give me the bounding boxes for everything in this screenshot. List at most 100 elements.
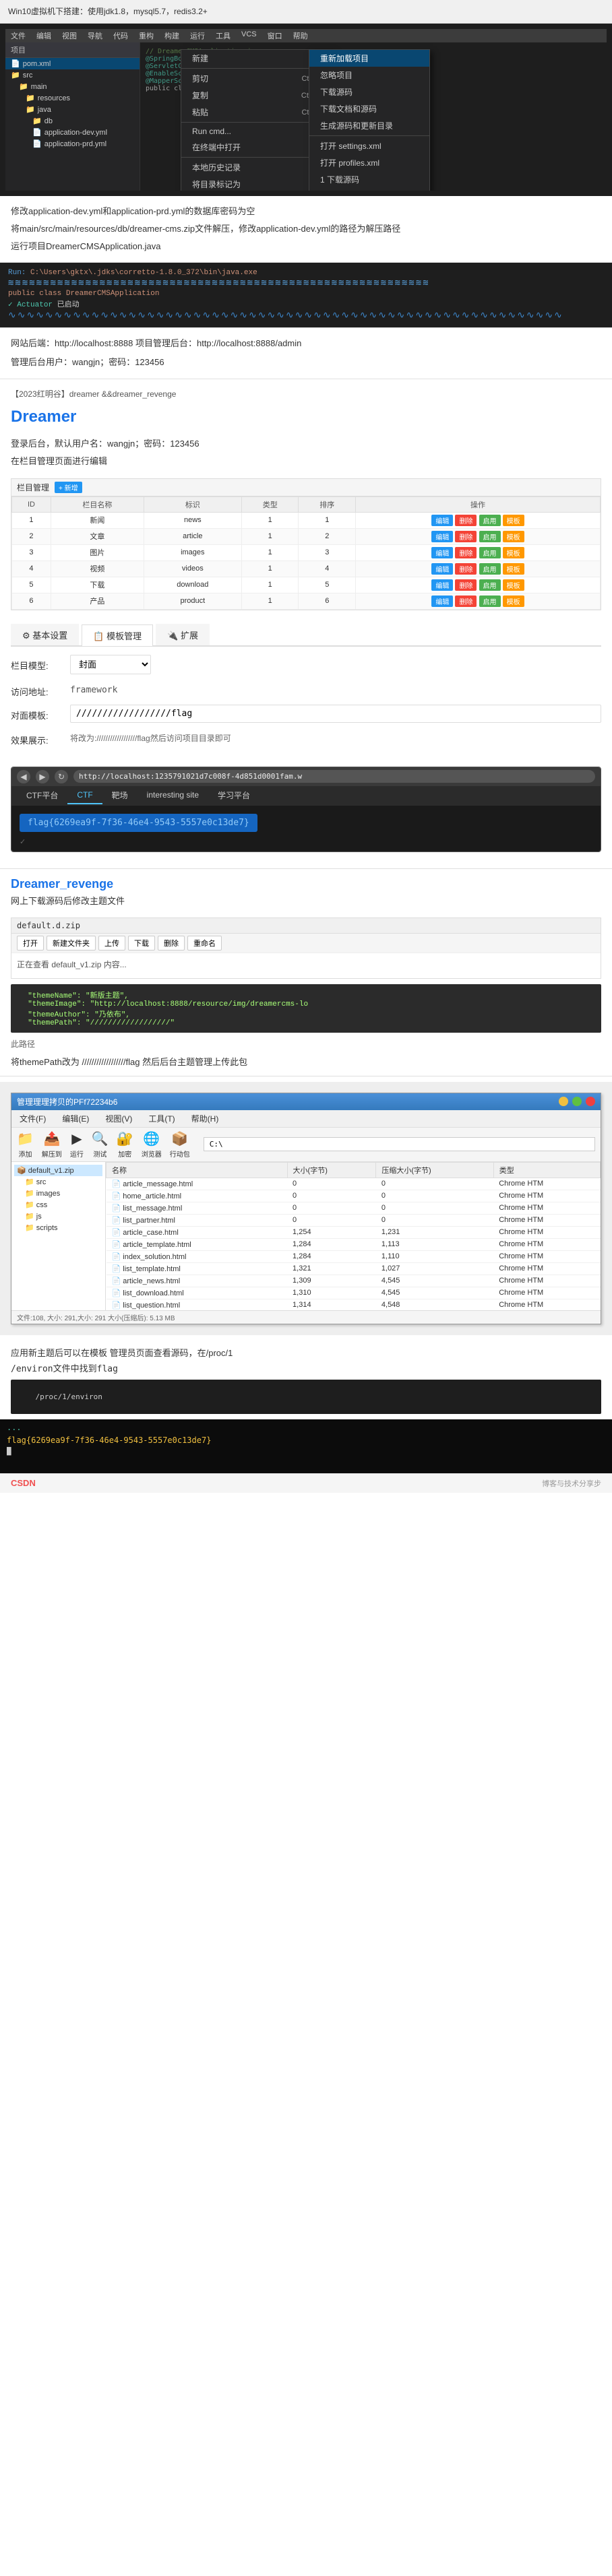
template-input[interactable] — [70, 705, 601, 723]
file-row[interactable]: 📄 home_article.html 0 0 Chrome HTM — [106, 1190, 601, 1202]
delete-button[interactable]: 删除 — [455, 579, 477, 591]
ide-menu-edit[interactable]: 编辑 — [36, 30, 51, 41]
bandzip-tool-encrypt[interactable]: 🔐 加密 — [117, 1130, 133, 1159]
ide-menu-build[interactable]: 构建 — [164, 30, 179, 41]
tab-template-mgmt[interactable]: 📋 模板管理 — [82, 624, 153, 646]
ide-tree-item-main[interactable]: 📁 main — [5, 81, 140, 92]
bandzip-tool-add[interactable]: 📁 添加 — [17, 1130, 34, 1159]
ide-menu-tools[interactable]: 工具 — [216, 30, 231, 41]
back-button[interactable]: ◀ — [17, 770, 30, 783]
template-button[interactable]: 模板 — [503, 515, 524, 526]
refresh-button[interactable]: ↻ — [55, 770, 68, 783]
tab-interesting[interactable]: interesting site — [137, 787, 208, 804]
tab-ctf-platform[interactable]: CTF平台 — [17, 786, 67, 806]
template-button[interactable]: 模板 — [503, 579, 524, 591]
ide-menu-refactor[interactable]: 重构 — [139, 30, 154, 41]
edit-button[interactable]: 编辑 — [431, 595, 453, 607]
ide-tree-item-db[interactable]: 📁 db — [5, 115, 140, 127]
edit-button[interactable]: 编辑 — [431, 531, 453, 542]
ide-tree-item-src[interactable]: 📁 src — [5, 69, 140, 81]
ide-tree-item-appyml[interactable]: 📄 application-dev.yml — [5, 127, 140, 138]
enable-button[interactable]: 启用 — [479, 595, 501, 607]
template-button[interactable]: 模板 — [503, 531, 524, 542]
file-row[interactable]: 📄 article_message.html 0 0 Chrome HTM — [106, 1178, 601, 1190]
edit-button[interactable]: 编辑 — [431, 547, 453, 558]
add-column-button[interactable]: + 新增 — [55, 482, 82, 493]
enable-button[interactable]: 启用 — [479, 531, 501, 542]
ide-menu-window[interactable]: 窗口 — [268, 30, 282, 41]
maven-profiles[interactable]: 打开 profiles.xml — [309, 154, 429, 171]
enable-button[interactable]: 启用 — [479, 563, 501, 575]
close-button[interactable] — [586, 1097, 595, 1106]
file-row[interactable]: 📄 article_template.html 1,284 1,113 Chro… — [106, 1238, 601, 1250]
maven-dl-src[interactable]: 1 下载源码 — [309, 171, 429, 188]
edit-button[interactable]: 编辑 — [431, 563, 453, 575]
tree-item-images[interactable]: 📁 images — [14, 1188, 102, 1199]
file-row[interactable]: 📄 list_message.html 0 0 Chrome HTM — [106, 1202, 601, 1214]
enable-button[interactable]: 启用 — [479, 515, 501, 526]
delete-button[interactable]: 删除 — [455, 563, 477, 575]
maven-reload[interactable]: 重新加载项目 — [309, 50, 429, 67]
file-row[interactable]: 📄 list_question.html 1,314 4,548 Chrome … — [106, 1299, 601, 1310]
bandzip-menu-file[interactable]: 文件(F) — [17, 1112, 49, 1126]
bandzip-tool-test[interactable]: 🔍 测试 — [92, 1130, 109, 1159]
bandzip-tool-browse[interactable]: 🌐 浏览器 — [142, 1130, 162, 1159]
tab-basic-settings[interactable]: ⚙ 基本设置 — [11, 624, 79, 645]
bandzip-tool-run[interactable]: ▶ 运行 — [70, 1130, 84, 1159]
delete-button[interactable]: 删除 — [455, 547, 477, 558]
bandzip-menu-help[interactable]: 帮助(H) — [189, 1112, 222, 1126]
delete-button[interactable]: 删除 — [455, 531, 477, 542]
ide-menu-navigate[interactable]: 导航 — [88, 30, 102, 41]
file-row[interactable]: 📄 list_download.html 1,310 4,545 Chrome … — [106, 1287, 601, 1299]
maximize-button[interactable] — [572, 1097, 582, 1106]
bandzip-path-input[interactable] — [204, 1137, 595, 1151]
bandzip-menu-tools[interactable]: 工具(T) — [146, 1112, 177, 1126]
fm-newfolder-btn[interactable]: 新建文件夹 — [47, 936, 96, 951]
ide-menu-view[interactable]: 视图 — [62, 30, 77, 41]
ide-menu-help[interactable]: 帮助 — [293, 30, 308, 41]
file-row[interactable]: 📄 list_partner.html 0 0 Chrome HTM — [106, 1214, 601, 1226]
tree-item-src[interactable]: 📁 src — [14, 1176, 102, 1188]
ide-tree-item-java[interactable]: 📁 java — [5, 104, 140, 115]
delete-button[interactable]: 删除 — [455, 595, 477, 607]
ide-menu-file[interactable]: 文件 — [11, 30, 26, 41]
edit-button[interactable]: 编辑 — [431, 515, 453, 526]
maven-download-doc[interactable]: 下载文档和源码 — [309, 100, 429, 117]
forward-button[interactable]: ▶ — [36, 770, 49, 783]
minimize-button[interactable] — [559, 1097, 568, 1106]
fm-upload-btn[interactable]: 上传 — [98, 936, 125, 951]
tab-range[interactable]: 靶场 — [102, 786, 137, 806]
maven-download-src[interactable]: 下载源码 — [309, 84, 429, 100]
tab-ctf[interactable]: CTF — [67, 787, 102, 804]
ide-tree-item-resources[interactable]: 📁 resources — [5, 92, 140, 104]
template-button[interactable]: 模板 — [503, 595, 524, 607]
browser-url-bar[interactable]: http://localhost:1235791021d7c008f-4d851… — [73, 770, 595, 783]
fm-open-btn[interactable]: 打开 — [17, 936, 44, 951]
file-row[interactable]: 📄 index_solution.html 1,284 1,110 Chrome… — [106, 1250, 601, 1262]
tree-item-zip[interactable]: 📦 default_v1.zip — [14, 1165, 102, 1176]
maven-ignore[interactable]: 忽略项目 — [309, 67, 429, 84]
ide-menu-vcs[interactable]: VCS — [241, 30, 257, 41]
ide-tree-item-appprd[interactable]: 📄 application-prd.yml — [5, 138, 140, 150]
file-row[interactable]: 📄 article_case.html 1,254 1,231 Chrome H… — [106, 1226, 601, 1238]
maven-settings[interactable]: 打开 settings.xml — [309, 137, 429, 154]
tree-item-css[interactable]: 📁 css — [14, 1199, 102, 1211]
file-row[interactable]: 📄 list_template.html 1,321 1,027 Chrome … — [106, 1262, 601, 1275]
fm-download-btn[interactable]: 下载 — [128, 936, 155, 951]
maven-dl-doc2[interactable]: 2 下载文档 — [309, 188, 429, 191]
template-button[interactable]: 模板 — [503, 563, 524, 575]
bandzip-menu-view[interactable]: 视图(V) — [102, 1112, 135, 1126]
tree-item-scripts[interactable]: 📁 scripts — [14, 1222, 102, 1233]
bandzip-menu-edit[interactable]: 编辑(E) — [59, 1112, 92, 1126]
ide-menu-code[interactable]: 代码 — [113, 30, 128, 41]
edit-button[interactable]: 编辑 — [431, 579, 453, 591]
enable-button[interactable]: 启用 — [479, 547, 501, 558]
tab-extend[interactable]: 🔌 扩展 — [156, 624, 210, 645]
ide-tree-item-pom[interactable]: 📄 pom.xml — [5, 58, 140, 69]
enable-button[interactable]: 启用 — [479, 579, 501, 591]
delete-button[interactable]: 删除 — [455, 515, 477, 526]
model-select[interactable]: 封面 列表 文章 — [70, 655, 151, 674]
fm-delete-btn[interactable]: 删除 — [158, 936, 185, 951]
bandzip-tool-extract[interactable]: 📤 解压到 — [42, 1130, 62, 1159]
maven-gen-src[interactable]: 生成源码和更新目录 — [309, 117, 429, 134]
